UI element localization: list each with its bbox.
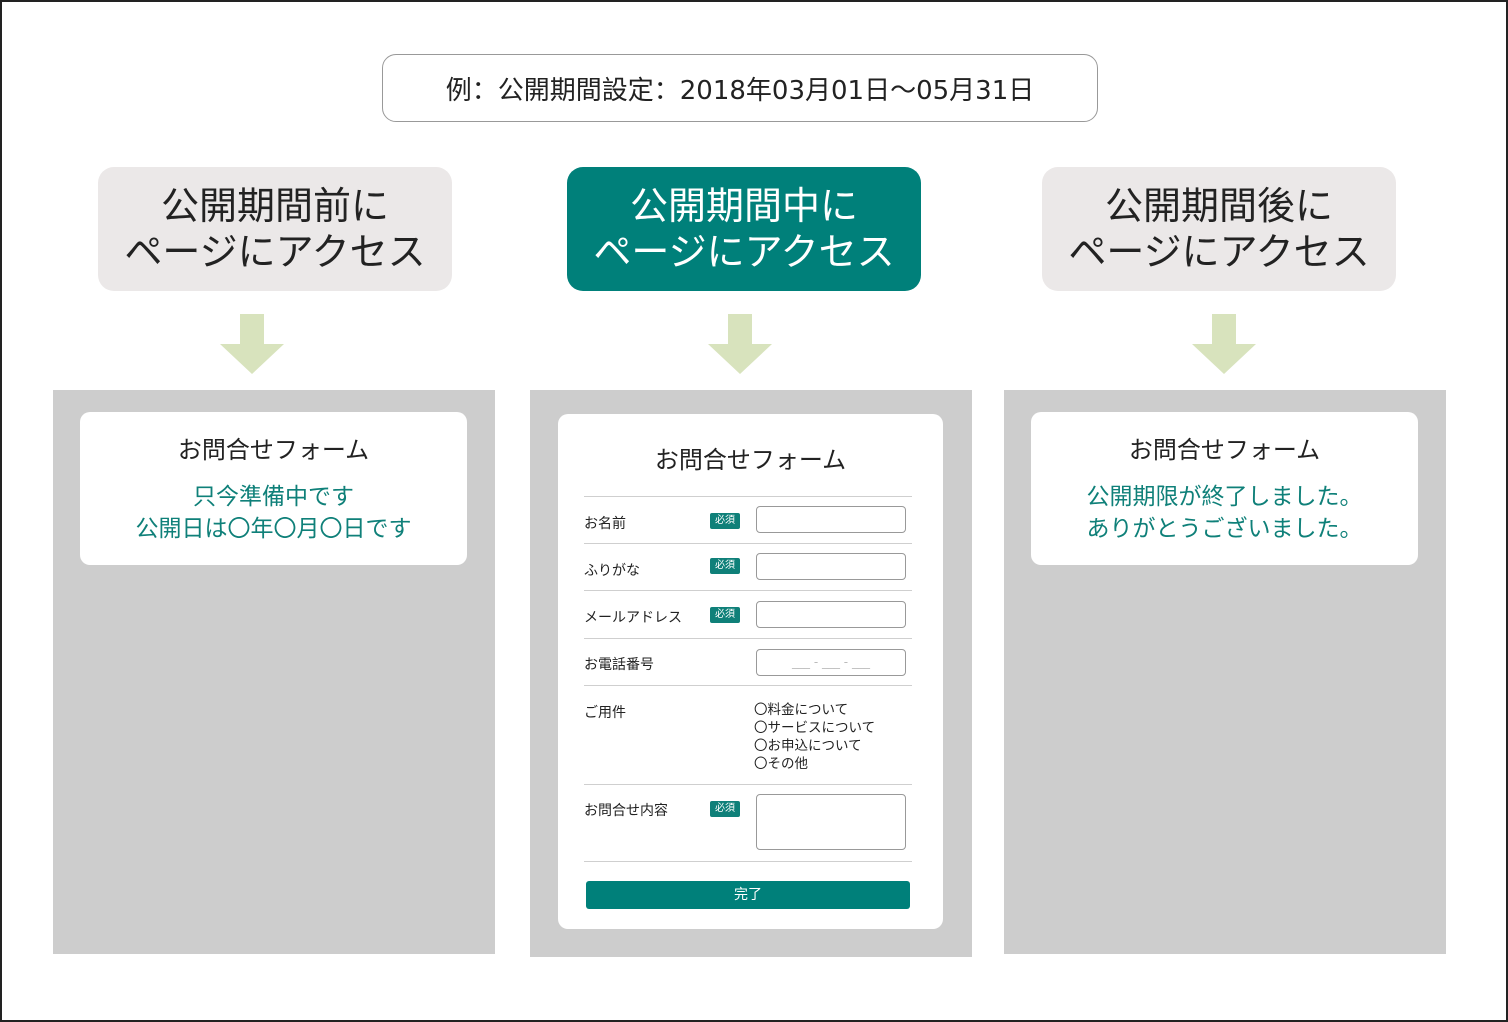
name-input[interactable] [756, 506, 906, 533]
furigana-input[interactable] [756, 553, 906, 580]
required-badge: 必須 [710, 607, 740, 623]
purpose-option-price[interactable]: 〇料金について [754, 701, 875, 719]
form-title: お問合せフォーム [177, 436, 370, 464]
email-input[interactable] [756, 601, 906, 628]
message-textarea[interactable] [756, 794, 906, 850]
form-row-email: メールアドレス 必須 [584, 590, 912, 639]
message-label: お問合せ内容 [584, 803, 668, 819]
form-row-furigana: ふりがな 必須 [584, 543, 912, 591]
down-arrow-icon [220, 314, 284, 374]
header-during-line1: 公開期間中に [629, 184, 858, 228]
required-badge: 必須 [710, 513, 740, 529]
form-row-message: お問合せ内容 必須 [584, 784, 912, 862]
form-card-before: お問合せフォーム 只今準備中です 公開日は〇年〇月〇日です [80, 412, 467, 565]
page-panel-during: お問合せフォーム お名前 必須 ふりがな 必須 メールアドレス 必須 お電話番号… [530, 390, 972, 957]
email-label: メールアドレス [584, 610, 682, 626]
header-before-line2: ページにアクセス [124, 230, 426, 274]
form-title: お問合せフォーム [654, 446, 847, 474]
form-row-name: お名前 必須 [584, 496, 912, 544]
header-after-line1: 公開期間後に [1104, 184, 1333, 228]
header-after-period: 公開期間後に ページにアクセス [1042, 167, 1396, 291]
header-during-line2: ページにアクセス [593, 230, 895, 274]
purpose-options: 〇料金について 〇サービスについて 〇お申込について 〇その他 [754, 701, 875, 773]
down-arrow-icon [708, 314, 772, 374]
form-card-after: お問合せフォーム 公開期限が終了しました。 ありがとうございました。 [1031, 412, 1418, 565]
status-message: 公開期限が終了しました。 ありがとうございました。 [1031, 481, 1418, 545]
purpose-option-apply[interactable]: 〇お申込について [754, 737, 875, 755]
purpose-label: ご用件 [584, 705, 626, 721]
furigana-label: ふりがな [584, 563, 640, 579]
phone-input[interactable]: ___ - ___ - ___ [756, 649, 906, 676]
page-panel-after: お問合せフォーム 公開期限が終了しました。 ありがとうございました。 [1004, 390, 1446, 954]
down-arrow-icon [1192, 314, 1256, 374]
phone-label: お電話番号 [584, 657, 654, 673]
status-message: 只今準備中です 公開日は〇年〇月〇日です [80, 481, 467, 545]
header-after-line2: ページにアクセス [1068, 230, 1370, 274]
required-badge: 必須 [710, 558, 740, 574]
example-period-label: 例：公開期間設定：2018年03月01日〜05月31日 [382, 54, 1098, 122]
form-title: お問合せフォーム [1128, 436, 1321, 464]
page-panel-before: お問合せフォーム 只今準備中です 公開日は〇年〇月〇日です [53, 390, 495, 954]
status-message-line2: ありがとうございました。 [1086, 516, 1363, 542]
purpose-option-service[interactable]: 〇サービスについて [754, 719, 875, 737]
header-before-line1: 公開期間前に [160, 184, 389, 228]
status-message-line1: 公開期限が終了しました。 [1086, 484, 1363, 510]
contact-form-card: お問合せフォーム お名前 必須 ふりがな 必須 メールアドレス 必須 お電話番号… [558, 414, 943, 929]
form-row-purpose: ご用件 〇料金について 〇サービスについて 〇お申込について 〇その他 [584, 685, 912, 785]
status-message-line1: 只今準備中です [193, 484, 354, 510]
required-badge: 必須 [710, 801, 740, 817]
header-during-period: 公開期間中に ページにアクセス [567, 167, 921, 291]
status-message-line2: 公開日は〇年〇月〇日です [135, 516, 412, 542]
form-row-phone: お電話番号 ___ - ___ - ___ [584, 638, 912, 686]
name-label: お名前 [584, 516, 626, 532]
header-before-period: 公開期間前に ページにアクセス [98, 167, 452, 291]
submit-button[interactable]: 完了 [586, 881, 910, 909]
purpose-option-other[interactable]: 〇その他 [754, 755, 875, 773]
